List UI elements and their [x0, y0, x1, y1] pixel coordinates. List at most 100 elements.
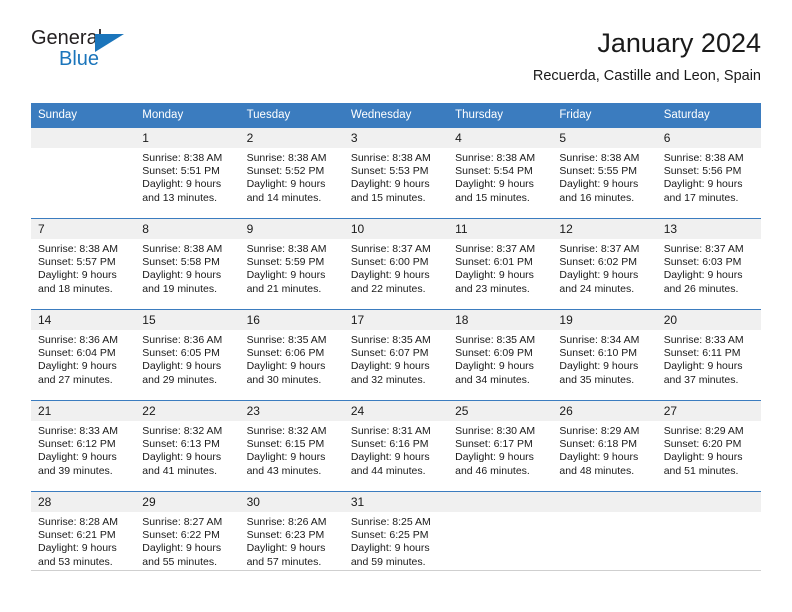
day-info: [552, 512, 656, 516]
calendar-day-cell[interactable]: 31 Sunrise: 8:25 AM Sunset: 6:25 PM Dayligh…: [343, 491, 449, 580]
daylight-text-line2: and 14 minutes.: [246, 191, 322, 204]
calendar-day-cell[interactable]: 8 Sunrise: 8:38 AM Sunset: 5:58 PM Daylight…: [135, 218, 240, 310]
daylight-text-line1: Daylight: 9 hours: [455, 178, 534, 191]
calendar-day-cell[interactable]: 27 Sunrise: 8:29 AM Sunset: 6:20 PM Dayligh…: [656, 400, 761, 492]
sunrise-text: Sunrise: 8:28 AM: [38, 516, 118, 528]
daylight-text-line2: and 53 minutes.: [38, 555, 113, 568]
day-number: 16: [239, 310, 344, 330]
day-number: 10: [343, 219, 449, 239]
day-info: [657, 512, 761, 516]
day-info: Sunrise: 8:38 AM Sunset: 5:53 PM Daylight:…: [344, 148, 448, 205]
sunrise-text: Sunrise: 8:30 AM: [455, 425, 536, 437]
day-number: 28: [31, 492, 136, 512]
sunrise-text: Sunrise: 8:36 AM: [38, 334, 118, 346]
day-cell-content: 14 Sunrise: 8:36 AM Sunset: 6:04 PM Dayligh…: [31, 310, 136, 400]
sunset-text: Sunset: 6:11 PM: [663, 347, 741, 360]
day-cell-content: 21 Sunrise: 8:33 AM Sunset: 6:12 PM Dayligh…: [31, 401, 136, 491]
daylight-text-line1: Daylight: 9 hours: [142, 451, 222, 464]
calendar-day-cell[interactable]: 24 Sunrise: 8:31 AM Sunset: 6:16 PM Dayligh…: [343, 400, 449, 492]
calendar-day-cell[interactable]: 21 Sunrise: 8:33 AM Sunset: 6:12 PM Dayligh…: [31, 400, 136, 492]
calendar-day-cell[interactable]: 17 Sunrise: 8:35 AM Sunset: 6:07 PM Dayligh…: [343, 309, 449, 401]
daylight-text-line1: Daylight: 9 hours: [246, 360, 326, 373]
calendar-day-cell[interactable]: 7 Sunrise: 8:38 AM Sunset: 5:57 PM Daylight…: [31, 218, 136, 310]
day-info: Sunrise: 8:37 AM Sunset: 6:01 PM Daylight:…: [448, 239, 552, 296]
daylight-text-line1: Daylight: 9 hours: [38, 542, 117, 555]
calendar-day-cell[interactable]: 30 Sunrise: 8:26 AM Sunset: 6:23 PM Dayligh…: [239, 491, 344, 580]
calendar-day-cell[interactable]: 6 Sunrise: 8:38 AM Sunset: 5:56 PM Daylight…: [656, 127, 761, 219]
day-cell-content: 2 Sunrise: 8:38 AM Sunset: 5:52 PM Daylight…: [239, 128, 344, 218]
daylight-text-line1: Daylight: 9 hours: [38, 451, 117, 464]
day-cell-content: 12 Sunrise: 8:37 AM Sunset: 6:02 PM Dayligh…: [552, 219, 657, 309]
logo-text-blue: Blue: [59, 48, 100, 70]
calendar-day-cell[interactable]: 5 Sunrise: 8:38 AM Sunset: 5:55 PM Daylight…: [552, 127, 657, 219]
daylight-text-line1: Daylight: 9 hours: [559, 360, 639, 373]
calendar-week-row: 14 Sunrise: 8:36 AM Sunset: 6:04 PM Dayligh…: [31, 309, 761, 401]
day-number: 4: [448, 128, 553, 148]
sunset-text: Sunset: 5:59 PM: [246, 256, 325, 269]
calendar-day-cell[interactable]: 4 Sunrise: 8:38 AM Sunset: 5:54 PM Daylight…: [448, 127, 553, 219]
weekday-header-wednesday: Wednesday: [343, 103, 449, 128]
daylight-text-line1: Daylight: 9 hours: [350, 269, 430, 282]
day-info: Sunrise: 8:34 AM Sunset: 6:10 PM Daylight:…: [552, 330, 656, 387]
day-info: Sunrise: 8:25 AM Sunset: 6:25 PM Daylight:…: [344, 512, 448, 569]
day-info: Sunrise: 8:31 AM Sunset: 6:16 PM Daylight:…: [344, 421, 448, 478]
daylight-text-line2: and 34 minutes.: [455, 373, 530, 386]
calendar-day-cell[interactable]: 28 Sunrise: 8:28 AM Sunset: 6:21 PM Dayligh…: [31, 491, 136, 580]
calendar-day-cell[interactable]: 19 Sunrise: 8:34 AM Sunset: 6:10 PM Dayligh…: [552, 309, 657, 401]
calendar-day-cell[interactable]: 22 Sunrise: 8:32 AM Sunset: 6:13 PM Dayligh…: [135, 400, 240, 492]
daylight-text-line2: and 32 minutes.: [350, 373, 426, 386]
day-number: 21: [31, 401, 136, 421]
day-number: 26: [552, 401, 657, 421]
sunset-text: Sunset: 5:53 PM: [350, 165, 429, 178]
sunrise-text: Sunrise: 8:26 AM: [246, 516, 327, 528]
day-info: Sunrise: 8:38 AM Sunset: 5:51 PM Daylight:…: [135, 148, 239, 205]
sunrise-text: Sunrise: 8:32 AM: [142, 425, 223, 437]
daylight-text-line1: Daylight: 9 hours: [38, 360, 117, 373]
calendar-day-cell[interactable]: 3 Sunrise: 8:38 AM Sunset: 5:53 PM Daylight…: [343, 127, 449, 219]
day-cell-content: 15 Sunrise: 8:36 AM Sunset: 6:05 PM Dayligh…: [135, 310, 240, 400]
daylight-text-line1: Daylight: 9 hours: [663, 451, 743, 464]
calendar-day-cell[interactable]: 13 Sunrise: 8:37 AM Sunset: 6:03 PM Dayligh…: [656, 218, 761, 310]
calendar-day-cell[interactable]: 16 Sunrise: 8:35 AM Sunset: 6:06 PM Dayligh…: [239, 309, 344, 401]
daylight-text-line2: and 15 minutes.: [350, 191, 426, 204]
sunset-text: Sunset: 6:10 PM: [559, 347, 638, 360]
daylight-text-line1: Daylight: 9 hours: [142, 178, 222, 191]
calendar-day-cell[interactable]: 12 Sunrise: 8:37 AM Sunset: 6:02 PM Dayligh…: [552, 218, 657, 310]
sunset-text: Sunset: 6:15 PM: [246, 438, 325, 451]
daylight-text-line1: Daylight: 9 hours: [246, 542, 326, 555]
sunrise-text: Sunrise: 8:35 AM: [455, 334, 536, 346]
day-cell-content: 24 Sunrise: 8:31 AM Sunset: 6:16 PM Dayligh…: [343, 401, 449, 491]
calendar-day-cell[interactable]: 11 Sunrise: 8:37 AM Sunset: 6:01 PM Dayligh…: [448, 218, 553, 310]
calendar-day-cell[interactable]: 26 Sunrise: 8:29 AM Sunset: 6:18 PM Dayligh…: [552, 400, 657, 492]
calendar-day-cell[interactable]: 2 Sunrise: 8:38 AM Sunset: 5:52 PM Daylight…: [239, 127, 344, 219]
calendar-day-cell[interactable]: 20 Sunrise: 8:33 AM Sunset: 6:11 PM Dayligh…: [656, 309, 761, 401]
calendar-day-cell[interactable]: 9 Sunrise: 8:38 AM Sunset: 5:59 PM Daylight…: [239, 218, 344, 310]
day-info: Sunrise: 8:38 AM Sunset: 5:59 PM Daylight:…: [240, 239, 344, 296]
daylight-text-line2: and 15 minutes.: [455, 191, 530, 204]
calendar-day-cell[interactable]: 15 Sunrise: 8:36 AM Sunset: 6:05 PM Dayligh…: [135, 309, 240, 401]
calendar-day-cell[interactable]: 10 Sunrise: 8:37 AM Sunset: 6:00 PM Dayligh…: [343, 218, 449, 310]
sunrise-text: Sunrise: 8:37 AM: [350, 243, 431, 255]
sunset-text: Sunset: 6:04 PM: [38, 347, 116, 360]
calendar-day-cell[interactable]: 18 Sunrise: 8:35 AM Sunset: 6:09 PM Dayligh…: [448, 309, 553, 401]
page-subtitle: Recuerda, Castille and Leon, Spain: [532, 68, 761, 84]
day-cell-content: [31, 128, 136, 218]
day-cell-content: [552, 492, 657, 580]
sunset-text: Sunset: 6:18 PM: [559, 438, 638, 451]
daylight-text-line2: and 39 minutes.: [38, 464, 113, 477]
sunrise-text: Sunrise: 8:38 AM: [142, 152, 223, 164]
calendar-day-cell[interactable]: 25 Sunrise: 8:30 AM Sunset: 6:17 PM Dayligh…: [448, 400, 553, 492]
sunrise-text: Sunrise: 8:35 AM: [246, 334, 327, 346]
calendar-day-cell[interactable]: 14 Sunrise: 8:36 AM Sunset: 6:04 PM Dayligh…: [31, 309, 136, 401]
day-number: 29: [135, 492, 240, 512]
day-cell-content: 27 Sunrise: 8:29 AM Sunset: 6:20 PM Dayligh…: [656, 401, 761, 491]
sunrise-text: Sunrise: 8:29 AM: [559, 425, 640, 437]
day-cell-content: 11 Sunrise: 8:37 AM Sunset: 6:01 PM Dayligh…: [448, 219, 553, 309]
calendar-day-cell[interactable]: 1 Sunrise: 8:38 AM Sunset: 5:51 PM Daylight…: [135, 127, 240, 219]
day-number: 7: [31, 219, 136, 239]
calendar-day-cell[interactable]: 29 Sunrise: 8:27 AM Sunset: 6:22 PM Dayligh…: [135, 491, 240, 580]
daylight-text-line1: Daylight: 9 hours: [246, 178, 326, 191]
daylight-text-line2: and 46 minutes.: [455, 464, 530, 477]
daylight-text-line2: and 41 minutes.: [142, 464, 217, 477]
calendar-day-cell[interactable]: 23 Sunrise: 8:32 AM Sunset: 6:15 PM Dayligh…: [239, 400, 344, 492]
